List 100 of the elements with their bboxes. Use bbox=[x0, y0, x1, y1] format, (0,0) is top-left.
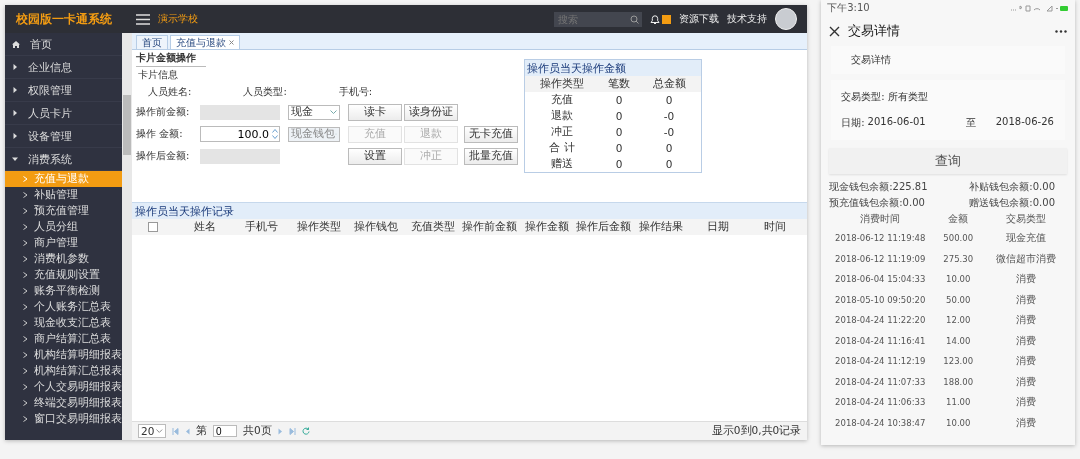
page-input[interactable]: 0 bbox=[213, 425, 237, 437]
table-cell-text: 2018-04-24 11:07:33 bbox=[834, 376, 927, 387]
table-cell-text: 消费 bbox=[1015, 415, 1038, 430]
school-name: 演示学校 bbox=[158, 12, 198, 26]
tab[interactable]: 首页 bbox=[136, 35, 168, 49]
column-header: 笔数 bbox=[607, 77, 631, 91]
sidebar-subitem[interactable]: 终端交易明细报表 bbox=[5, 395, 122, 411]
tab[interactable]: 充值与退款 bbox=[170, 35, 240, 49]
more-icon[interactable] bbox=[1055, 29, 1067, 33]
status-icons-drawing bbox=[1011, 4, 1069, 12]
sidebar-subitem[interactable]: 商户结算汇总表 bbox=[5, 331, 122, 347]
sidebar-subitem[interactable]: 窗口交易明细报表 bbox=[5, 411, 122, 427]
field-label: 操作前金额: bbox=[136, 105, 191, 119]
field-label: 操作 金额: bbox=[136, 127, 184, 141]
action-button[interactable]: 批量充值 bbox=[464, 147, 518, 165]
column-header: 操作前金额 bbox=[461, 220, 518, 234]
header-link[interactable]: 技术支持 bbox=[727, 12, 768, 26]
caret-right-icon bbox=[12, 87, 18, 93]
first-page-icon[interactable] bbox=[172, 427, 179, 435]
table-cell-text: 2018-06-12 11:19:09 bbox=[834, 253, 927, 264]
column-header: 手机号 bbox=[244, 220, 279, 234]
sidebar-subitem[interactable]: 账务平衡检测 bbox=[5, 283, 122, 299]
record-info: 显示0到0,共0记录 bbox=[711, 424, 802, 438]
spinner-icon[interactable] bbox=[272, 128, 278, 140]
table-cell-text: 50.00 bbox=[945, 294, 972, 305]
chevron-icon bbox=[23, 336, 28, 342]
sidebar-subitem[interactable]: 个人账务汇总表 bbox=[5, 299, 122, 315]
sidebar-subitem[interactable]: 现金收支汇总表 bbox=[5, 315, 122, 331]
table-cell-text: 退款 bbox=[550, 109, 574, 123]
chevron-icon bbox=[23, 224, 28, 230]
scrollbar[interactable] bbox=[122, 33, 132, 440]
balance-text: 现金钱包余额:225.81 bbox=[829, 180, 929, 194]
column-header: 操作钱包 bbox=[352, 220, 399, 234]
column-header: 操作金额 bbox=[523, 220, 570, 234]
sidebar-subitem[interactable]: 人员分组 bbox=[5, 219, 122, 235]
next-page-icon[interactable] bbox=[277, 427, 283, 435]
table-cell-text: 123.00 bbox=[942, 356, 975, 367]
checkbox[interactable] bbox=[148, 222, 158, 232]
action-button[interactable]: 无卡充值 bbox=[464, 125, 518, 143]
date-to[interactable]: 2018-06-26 bbox=[995, 116, 1054, 130]
bell-icon[interactable] bbox=[650, 13, 661, 25]
avatar[interactable] bbox=[775, 8, 798, 30]
table-cell-text: 微信超市消费 bbox=[995, 251, 1058, 266]
sidebar-subitem[interactable]: 补贴管理 bbox=[5, 187, 122, 203]
amount-input[interactable]: 100.0 bbox=[200, 126, 280, 142]
table-cell-text: 2018-04-24 11:22:20 bbox=[834, 315, 927, 326]
table-cell-text: 消费 bbox=[1015, 374, 1038, 389]
table-cell-text: 0 bbox=[614, 126, 624, 138]
chevron-icon bbox=[23, 192, 28, 198]
chevron-icon bbox=[23, 256, 28, 262]
refresh-icon[interactable] bbox=[301, 427, 310, 435]
sidebar-subitem[interactable]: 个人交易明细报表 bbox=[5, 379, 122, 395]
column-header: 时间 bbox=[762, 220, 787, 234]
action-button[interactable]: 读卡 bbox=[348, 103, 402, 121]
sidebar-subitem[interactable]: 商户管理 bbox=[5, 235, 122, 251]
balance-text: 补贴钱包余额:0.00 bbox=[968, 180, 1056, 194]
screen-title: 交易详情 bbox=[848, 22, 901, 40]
column-header: 操作类型 bbox=[539, 77, 585, 91]
column-header: 交易类型 bbox=[1005, 212, 1048, 226]
chevron-icon bbox=[23, 352, 28, 358]
column-header: 充值类型 bbox=[409, 220, 456, 234]
table-cell-text: 0 bbox=[614, 158, 624, 170]
table-cell-text: 赠送 bbox=[550, 157, 574, 171]
menu-icon[interactable] bbox=[136, 13, 150, 25]
field-label: 手机号: bbox=[338, 85, 373, 99]
home-icon bbox=[12, 40, 20, 48]
sidebar-subitem[interactable]: 消费机参数 bbox=[5, 251, 122, 267]
chevron-down-icon bbox=[330, 110, 337, 114]
sidebar-subitem[interactable]: 预充值管理 bbox=[5, 203, 122, 219]
action-button[interactable]: 读身份证 bbox=[404, 103, 458, 121]
sidebar-subitem[interactable]: 机构结算汇总报表 bbox=[5, 363, 122, 379]
chevron-icon bbox=[23, 368, 28, 374]
column-header: 消费时间 bbox=[859, 212, 902, 226]
chevron-down-icon bbox=[156, 429, 163, 433]
table-cell-text: -0 bbox=[662, 126, 676, 138]
close-icon[interactable] bbox=[829, 25, 841, 37]
header-link[interactable]: 资源下载 bbox=[679, 12, 720, 26]
page-size-select[interactable]: 20 bbox=[138, 424, 166, 438]
search-icon[interactable] bbox=[630, 14, 640, 24]
table-cell-text: 消费 bbox=[1015, 272, 1038, 287]
column-header: 日期 bbox=[705, 220, 730, 234]
last-page-icon[interactable] bbox=[288, 427, 296, 435]
table-cell-text: 0 bbox=[614, 142, 624, 154]
table-cell-text: 消费 bbox=[1015, 313, 1038, 328]
sidebar-subitem[interactable]: 充值规则设置 bbox=[5, 267, 122, 283]
action-button[interactable]: 设置 bbox=[348, 147, 402, 165]
chevron-icon bbox=[23, 240, 28, 246]
select-field[interactable]: 现金 bbox=[288, 104, 340, 120]
query-button[interactable]: 查询 bbox=[829, 148, 1067, 174]
chevron-icon bbox=[23, 208, 28, 214]
table-cell-text: 0 bbox=[614, 94, 624, 106]
table-cell-text: 2018-06-04 15:04:33 bbox=[834, 274, 927, 285]
caret-down-icon bbox=[12, 156, 18, 162]
table-cell-text: 合 计 bbox=[548, 141, 576, 155]
table-cell-text: 充值 bbox=[550, 93, 574, 107]
sidebar-subitem[interactable]: 机构结算明细报表 bbox=[5, 347, 122, 363]
previous-page-icon[interactable] bbox=[185, 427, 190, 435]
date-from[interactable]: 2016-06-01 bbox=[867, 116, 926, 130]
chevron-icon bbox=[23, 320, 28, 326]
type-filter[interactable]: 交易类型: 所有类型 bbox=[841, 90, 1055, 104]
